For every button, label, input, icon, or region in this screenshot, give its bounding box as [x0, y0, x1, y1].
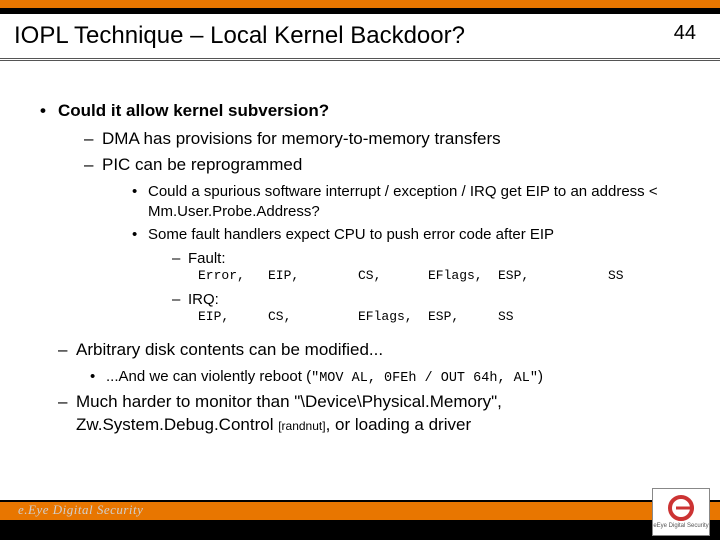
row-label: IRQ: [188, 290, 258, 310]
eye-icon [668, 495, 694, 521]
bullet-text: Some fault handlers expect CPU to push e… [148, 226, 554, 243]
bullet-text: PIC can be reprogrammed [102, 155, 302, 174]
reg-cell: EFlags, [428, 268, 498, 285]
title-rule-2 [0, 60, 720, 61]
bullet-text: ...And we can violently reboot ( [106, 368, 311, 385]
top-black-bar [0, 8, 720, 14]
slide-title: IOPL Technique – Local Kernel Backdoor? [14, 22, 465, 50]
slide-body: Could it allow kernel subversion? DMA ha… [36, 100, 686, 442]
bullet-text: ) [538, 368, 543, 385]
reg-cell: EIP, [198, 309, 268, 326]
bullet-text: Arbitrary disk contents can be modified.… [76, 340, 383, 359]
logo-subtext: eEye Digital Security [653, 523, 708, 529]
reg-cell: ESP, [498, 268, 608, 285]
bullet-text: , or loading a driver [326, 415, 472, 434]
page-number: 44 [674, 22, 696, 45]
bullet-l2: Arbitrary disk contents can be modified.… [58, 339, 686, 388]
reg-cell: SS [608, 268, 668, 285]
footer-brand-text: e.Eye Digital Security [18, 502, 143, 518]
register-row: Error, EIP, CS, EFlags, ESP, SS [198, 268, 668, 285]
citation: [randnut] [278, 419, 325, 433]
reg-cell: EIP, [268, 268, 358, 285]
bullet-l2: PIC can be reprogrammed Could a spurious… [84, 154, 686, 329]
reg-cell: ESP, [428, 309, 498, 326]
row-label: Fault: [188, 249, 258, 269]
bullet-text: Could a spurious software interrupt / ex… [148, 183, 658, 220]
reg-cell: CS, [358, 268, 428, 285]
slide: IOPL Technique – Local Kernel Backdoor? … [0, 0, 720, 540]
brand-logo: eEye Digital Security [652, 488, 710, 536]
bullet-l1: Could it allow kernel subversion? DMA ha… [36, 100, 686, 436]
bullet-l4: Fault: Error, EIP, CS, EFlags, ESP, SS [172, 249, 686, 288]
register-row: EIP, CS, EFlags, ESP, SS [198, 309, 668, 326]
reg-cell: Error, [198, 268, 268, 285]
bullet-l2: Much harder to monitor than "\Device\Phy… [58, 391, 686, 435]
bullet-text: DMA has provisions for memory-to-memory … [102, 129, 501, 148]
bullet-l3: Could a spurious software interrupt / ex… [132, 182, 686, 221]
bullet-text: Could it allow kernel subversion? [58, 101, 329, 120]
footer-black-bar [0, 520, 720, 540]
reg-cell: SS [498, 309, 608, 326]
title-rule-1 [0, 58, 720, 59]
reg-cell [608, 309, 668, 326]
bullet-l4: IRQ: EIP, CS, EFlags, ESP, SS [172, 290, 686, 329]
bullet-l3: ...And we can violently reboot ("MOV AL,… [90, 367, 686, 388]
bullet-l2: DMA has provisions for memory-to-memory … [84, 128, 686, 150]
bullet-l3: Some fault handlers expect CPU to push e… [132, 225, 686, 329]
reg-cell: EFlags, [358, 309, 428, 326]
reg-cell: CS, [268, 309, 358, 326]
code-text: "MOV AL, 0FEh / OUT 64h, AL" [311, 371, 538, 386]
top-orange-bar [0, 0, 720, 8]
